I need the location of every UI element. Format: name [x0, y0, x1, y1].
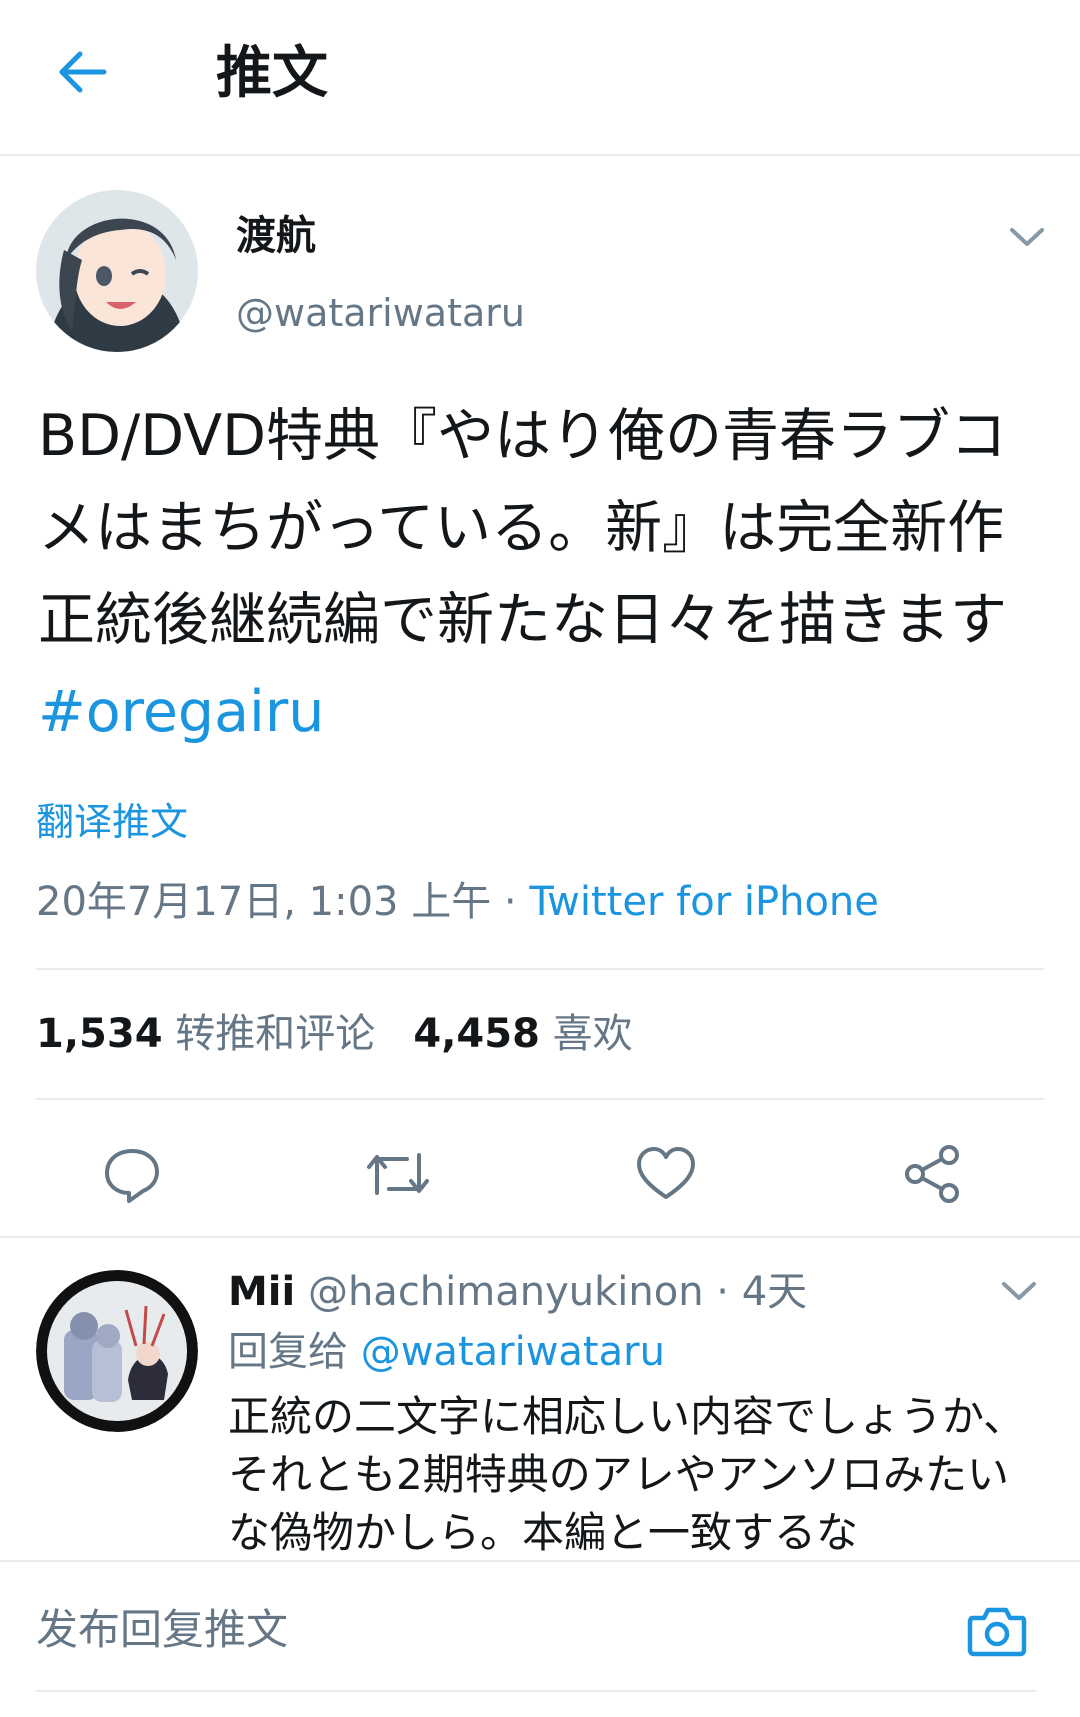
- author-handle[interactable]: @watariwataru: [236, 286, 525, 340]
- source-link[interactable]: Twitter for iPhone: [529, 879, 879, 925]
- tweet-body: BD/DVD特典『やはり俺の青春ラブコメはまちがっている。新』は完全新作正統後継…: [38, 403, 1007, 653]
- camera-button[interactable]: [962, 1596, 1032, 1666]
- retweet-label[interactable]: 转推和评论: [175, 1011, 375, 1057]
- reply-icon: [105, 1149, 159, 1203]
- compose-underline: [36, 1690, 1036, 1692]
- reply-text: 正統の二文字に相応しい内容でしょうか、それとも2期特典のアレやアンソロみたいな偽…: [228, 1392, 1026, 1557]
- retweet-count[interactable]: 1,534: [36, 1011, 163, 1057]
- divider: [36, 1098, 1044, 1100]
- page-title: 推文: [216, 41, 328, 106]
- timestamp: 20年7月17日, 1:03 上午 ·: [36, 879, 530, 925]
- tweet-actions: [0, 1120, 1080, 1240]
- like-count[interactable]: 4,458: [413, 1011, 540, 1057]
- camera-icon: [967, 1607, 1027, 1657]
- section-separator: [0, 1236, 1080, 1238]
- compose-bar: 发布回复推文: [0, 1560, 1080, 1717]
- hashtag-link[interactable]: #oregairu: [38, 679, 324, 745]
- reply-author-handle[interactable]: @hachimanyukinon · 4天: [308, 1269, 807, 1315]
- chevron-down-icon: [1010, 228, 1044, 246]
- tweet-stats: 1,534 转推和评论 4,458 喜欢: [36, 1004, 633, 1064]
- share-icon: [905, 1145, 959, 1203]
- author-avatar[interactable]: [36, 190, 198, 352]
- reply-header: Mii @hachimanyukinon · 4天: [228, 1262, 807, 1322]
- like-label[interactable]: 喜欢: [553, 1011, 633, 1057]
- top-bar: 推文: [0, 0, 1080, 156]
- reply-options-button[interactable]: [994, 1272, 1044, 1312]
- reply-avatar[interactable]: [36, 1270, 198, 1432]
- like-button[interactable]: [626, 1134, 706, 1214]
- reply-to-mention[interactable]: @watariwataru: [361, 1329, 665, 1375]
- reply-author-name[interactable]: Mii: [228, 1269, 295, 1315]
- back-button[interactable]: [52, 42, 112, 102]
- tweet-text: BD/DVD特典『やはり俺の青春ラブコメはまちがっている。新』は完全新作正統後継…: [38, 390, 1048, 758]
- reply-to-label: 回复给: [228, 1329, 361, 1375]
- translate-tweet-link[interactable]: 翻译推文: [36, 794, 188, 850]
- divider: [36, 968, 1044, 970]
- retweet-icon: [367, 1153, 429, 1195]
- share-button[interactable]: [892, 1134, 972, 1214]
- like-icon: [637, 1147, 695, 1199]
- retweet-button[interactable]: [358, 1134, 438, 1214]
- author-name[interactable]: 渡航: [236, 208, 316, 264]
- arrow-left-icon: [59, 51, 107, 93]
- tweet-meta: 20年7月17日, 1:03 上午 · Twitter for iPhone: [36, 872, 879, 932]
- tweet-options-button[interactable]: [1002, 218, 1052, 258]
- reply-compose-input[interactable]: 发布回复推文: [36, 1598, 288, 1662]
- reply-to-line: 回复给 @watariwataru: [228, 1322, 665, 1382]
- chevron-down-icon: [1002, 1282, 1036, 1300]
- reply-button[interactable]: [92, 1134, 172, 1214]
